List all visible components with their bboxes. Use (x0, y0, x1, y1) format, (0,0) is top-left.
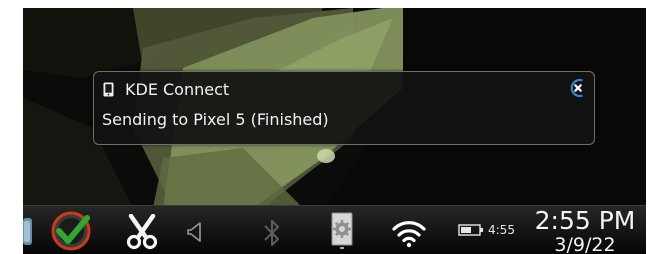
close-icon[interactable] (568, 78, 588, 98)
smartphone-icon (103, 82, 114, 97)
screen: KDE Connect Sending to Pixel 5 (Finished… (23, 8, 646, 254)
kde-connect-checkmark-icon[interactable] (51, 211, 91, 251)
launcher-icon[interactable] (23, 215, 35, 248)
battery-icon[interactable] (458, 224, 484, 236)
notification-message: Sending to Pixel 5 (Finished) (102, 110, 329, 129)
clock[interactable]: 2:55 PM 3/9/22 (525, 207, 645, 254)
taskbar-panel: 4:55 2:55 PM 3/9/22 (23, 205, 646, 254)
notification-popup[interactable]: KDE Connect Sending to Pixel 5 (Finished… (93, 71, 595, 145)
battery-time-remaining: 4:55 (488, 223, 515, 237)
settings-gear-icon[interactable] (330, 212, 354, 250)
wifi-icon[interactable] (391, 218, 427, 248)
bluetooth-icon[interactable] (263, 218, 281, 248)
volume-speaker-icon[interactable] (186, 221, 204, 243)
notification-app-name: KDE Connect (125, 80, 230, 99)
clock-date: 3/9/22 (554, 234, 616, 254)
cut-scissors-icon[interactable] (123, 214, 161, 250)
clock-time: 2:55 PM (534, 206, 636, 235)
